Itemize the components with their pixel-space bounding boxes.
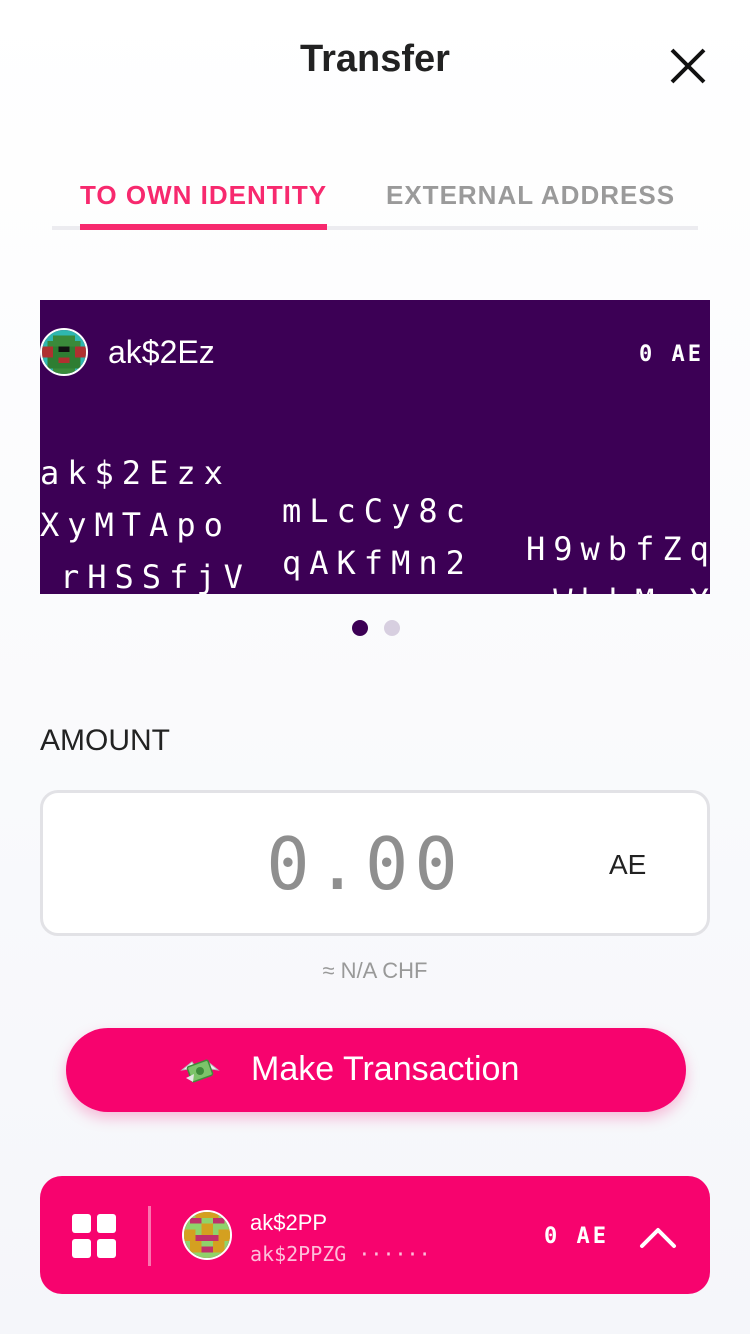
account-name: ak$2PP — [250, 1210, 328, 1235]
address-chunk: zWhkMrY — [526, 582, 710, 594]
page-title: Transfer — [300, 38, 450, 80]
identicon-avatar-icon — [42, 330, 86, 374]
divider — [148, 1206, 151, 1266]
amount-input[interactable] — [193, 813, 537, 915]
carousel-dot-active[interactable] — [352, 620, 368, 636]
carousel-pagination — [352, 620, 402, 636]
make-transaction-label: Make Transaction — [251, 1050, 520, 1088]
tab-to-own-identity[interactable]: TO OWN IDENTITY — [80, 180, 328, 232]
tab-label: TO OWN IDENTITY — [80, 180, 328, 210]
make-transaction-button[interactable]: Make Transaction — [66, 1028, 686, 1112]
active-tab-indicator — [80, 224, 328, 230]
account-balance: 0 AE — [544, 1224, 609, 1249]
identicon-avatar — [40, 328, 88, 376]
identity-balance: 0 AE — [639, 342, 704, 367]
grid-icon[interactable] — [72, 1214, 116, 1258]
account-avatar — [182, 1210, 232, 1260]
amount-field: AE — [40, 790, 710, 936]
amount-unit: AE — [609, 849, 647, 880]
chevron-up-icon[interactable] — [636, 1218, 680, 1252]
close-button[interactable] — [666, 44, 710, 88]
address-chunk: H9wbfZq — [526, 530, 710, 568]
address-chunk: rHSSfjV — [60, 558, 251, 594]
fiat-estimate: ≈ N/A CHF — [322, 958, 428, 983]
close-icon — [670, 48, 706, 84]
identity-card[interactable]: ak$2Ez 0 AE ak$2Ezx mLcCy8c H9wbfZq XyMT… — [40, 300, 710, 594]
address-chunk: qAKfMn2 — [282, 544, 473, 582]
amount-label: AMOUNT — [40, 724, 170, 757]
identicon-avatar-icon — [184, 1212, 230, 1258]
carousel-dot[interactable] — [384, 620, 400, 636]
account-address: ak$2PPZG ······ — [250, 1242, 431, 1266]
tab-external-address[interactable]: EXTERNAL ADDRESS — [386, 180, 675, 232]
tab-bar: TO OWN IDENTITY EXTERNAL ADDRESS — [52, 180, 698, 232]
money-with-wings-icon — [180, 1059, 220, 1083]
account-bar[interactable]: ak$2PP ak$2PPZG ······ 0 AE — [40, 1176, 710, 1294]
tab-label: EXTERNAL ADDRESS — [386, 180, 676, 210]
address-chunk: mLcCy8c — [282, 492, 473, 530]
address-line: rHSSfjV mqMv — [40, 520, 243, 594]
identity-name: ak$2Ez — [108, 334, 215, 370]
